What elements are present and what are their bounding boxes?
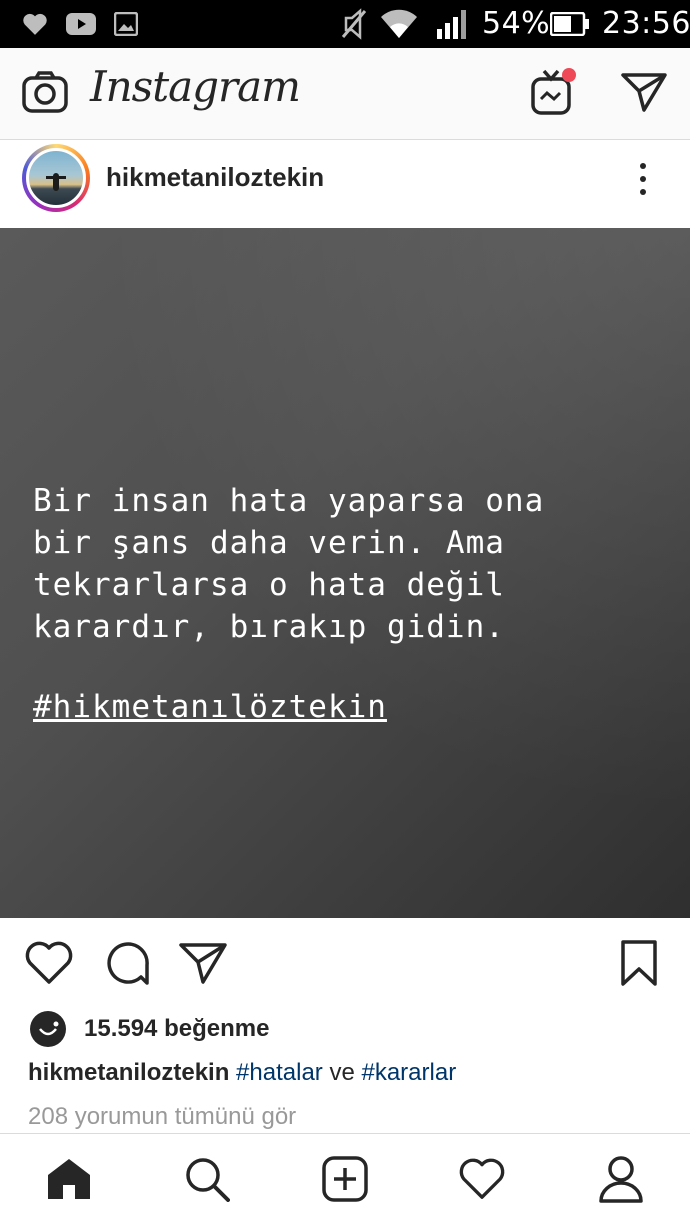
bookmark-icon [620, 939, 658, 992]
heart-icon [24, 940, 74, 991]
caption-hashtag-hatalar[interactable]: #hatalar [236, 1059, 323, 1086]
post-caption: hikmetaniloztekin #hatalar ve #kararlar [28, 1059, 456, 1087]
view-all-comments-link[interactable]: 208 yorumun tümünü gör [28, 1103, 296, 1131]
battery-percent: 54% [482, 6, 551, 41]
profile-icon [598, 1155, 644, 1208]
post-actions [0, 918, 690, 1008]
direct-message-icon [621, 71, 667, 118]
wifi-icon [380, 9, 418, 44]
igtv-button[interactable] [522, 48, 582, 140]
status-bar: 54% 23:56 [0, 0, 690, 48]
user-avatar[interactable] [22, 144, 90, 212]
battery-icon [549, 11, 590, 41]
nav-home[interactable] [24, 1134, 114, 1227]
camera-icon [22, 70, 68, 118]
app-header: Instagram [0, 48, 690, 140]
camera-button[interactable] [14, 48, 76, 140]
activity-icon [458, 1157, 506, 1206]
clock: 23:56 [602, 6, 690, 41]
more-dot [640, 189, 646, 195]
more-options-button[interactable] [628, 159, 658, 199]
more-dot [640, 176, 646, 182]
post-header: hikmetaniloztekin [0, 141, 690, 228]
more-dot [640, 163, 646, 169]
likes-count[interactable]: 15.594 beğenme [84, 1015, 269, 1043]
image-hashtag: #hikmetanılöztekin [33, 689, 387, 725]
avatar-image [26, 148, 86, 208]
bottom-navigation [0, 1133, 690, 1227]
home-icon [46, 1157, 92, 1206]
nav-search[interactable] [162, 1134, 252, 1227]
nav-new-post[interactable] [300, 1134, 390, 1227]
caption-hashtag-kararlar[interactable]: #kararlar [361, 1059, 456, 1086]
nav-profile[interactable] [576, 1134, 666, 1227]
direct-message-button[interactable] [614, 48, 674, 140]
mute-icon [340, 8, 368, 45]
share-button[interactable] [176, 938, 230, 992]
new-post-icon [322, 1155, 368, 1207]
instagram-logo: Instagram [90, 62, 301, 111]
caption-connector: ve [329, 1059, 355, 1086]
caption-username[interactable]: hikmetaniloztekin [28, 1059, 229, 1086]
igtv-icon [527, 67, 577, 122]
post-image[interactable]: Bir insan hata yaparsa ona bir şans daha… [0, 228, 690, 918]
like-button[interactable] [22, 938, 76, 992]
heart-notification-icon [22, 12, 48, 41]
comment-icon [103, 939, 151, 992]
cellular-signal-icon [436, 9, 468, 44]
search-icon [184, 1156, 230, 1207]
save-button[interactable] [612, 938, 666, 992]
nav-activity[interactable] [437, 1134, 527, 1227]
image-quote-text: Bir insan hata yaparsa ona bir şans daha… [33, 483, 545, 645]
share-icon [179, 941, 227, 990]
gallery-notification-icon [113, 11, 139, 41]
youtube-notification-icon [66, 13, 96, 40]
likes-row: 15.594 beğenme [0, 1006, 690, 1050]
liker-avatar[interactable] [30, 1011, 66, 1047]
post-username[interactable]: hikmetaniloztekin [106, 162, 324, 193]
comment-button[interactable] [100, 938, 154, 992]
